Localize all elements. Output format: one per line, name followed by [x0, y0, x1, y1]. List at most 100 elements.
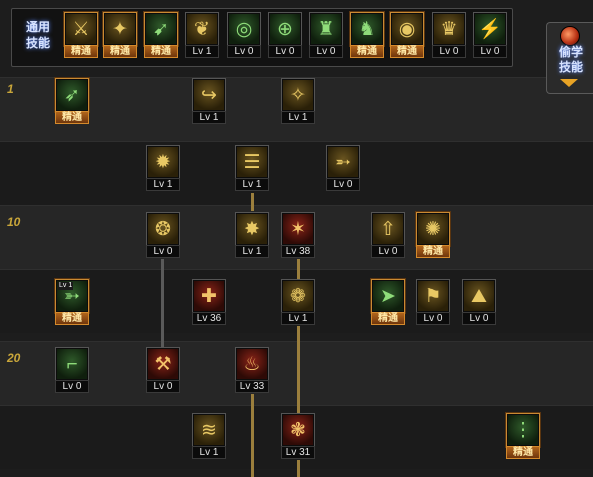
skill-level-label: Lv 0	[462, 312, 496, 325]
skill-icon-1-icon: ⚔	[66, 14, 96, 44]
skill-level-label: 精通	[350, 45, 384, 58]
skill-level-label: 精通	[103, 45, 137, 58]
skill-level-label: Lv 0	[227, 45, 261, 58]
skill-r1-b[interactable]: ↪ Lv 1	[192, 78, 226, 125]
skill-icon-9-icon: ◉	[392, 14, 422, 44]
skill-level-label: Lv 1	[192, 111, 226, 124]
common-skill-7[interactable]: ♜ Lv 0	[309, 12, 343, 59]
steal-skills-label: 偷学 技能	[551, 45, 591, 75]
tree-connector	[251, 193, 254, 211]
skill-r3-e[interactable]: ✺ 精通	[416, 212, 450, 259]
tree-connector	[297, 259, 300, 279]
skill-r4-d-icon: ➤	[373, 281, 403, 311]
skill-level-label: Lv 38	[281, 245, 315, 258]
skill-icon-frame: ◎	[227, 12, 261, 46]
skill-icon-frame: ✺	[416, 212, 450, 246]
skill-level-label: Lv 0	[55, 380, 89, 393]
skill-r4-b[interactable]: ✚ Lv 36	[192, 279, 226, 326]
skill-icon-frame: ➹	[144, 12, 178, 46]
skill-icon-frame: ♞	[350, 12, 384, 46]
skill-icon-frame: ✚	[192, 279, 226, 313]
skill-level-label: Lv 31	[281, 446, 315, 459]
steal-skills-label-line2: 技能	[558, 60, 583, 74]
skill-r3-c[interactable]: ✶ Lv 38	[281, 212, 315, 259]
steal-skills-tab[interactable]: 偷学 技能	[546, 22, 593, 94]
skill-icon-5-icon: ◎	[229, 14, 259, 44]
skill-r4-e[interactable]: ⚑ Lv 0	[416, 279, 450, 326]
skill-level-label: Lv 36	[192, 312, 226, 325]
skill-tree-board: 1 10 20 通用 技能 偷学 技能 ⚔ 精通 ✦ 精通 ➹ 精通 ❦ Lv 1 ◎ Lv 0 ⊕…	[0, 0, 593, 477]
skill-icon-frame: ≋	[192, 413, 226, 447]
skill-icon-3-icon: ➹	[146, 14, 176, 44]
skill-r1-c-icon: ✧	[283, 80, 313, 110]
common-skill-3[interactable]: ➹ 精通	[144, 12, 178, 59]
skill-icon-frame: ⇧	[371, 212, 405, 246]
level-label-10: 10	[7, 215, 21, 229]
common-skill-4[interactable]: ❦ Lv 1	[185, 12, 219, 59]
gem-icon	[560, 26, 580, 46]
skill-r6-a[interactable]: ≋ Lv 1	[192, 413, 226, 460]
skill-r3-a[interactable]: ❂ Lv 0	[146, 212, 180, 259]
skill-icon-4-icon: ❦	[187, 14, 217, 44]
steal-skills-label-line1: 偷学	[558, 45, 583, 59]
skill-icon-frame: ☰	[235, 145, 269, 179]
common-skill-10[interactable]: ♛ Lv 0	[432, 12, 466, 59]
skill-level-label: 精通	[371, 312, 405, 325]
skill-icon-frame: ➳ Lv 1	[55, 279, 89, 313]
skill-icon-6-icon: ⊕	[270, 14, 300, 44]
skill-r2-c-icon: ➵	[328, 147, 358, 177]
skill-level-label: Lv 1	[235, 178, 269, 191]
common-skill-6[interactable]: ⊕ Lv 0	[268, 12, 302, 59]
skill-icon-frame: ➵	[326, 145, 360, 179]
skill-r4-c[interactable]: ❁ Lv 1	[281, 279, 315, 326]
skill-icon-frame: ♜	[309, 12, 343, 46]
skill-r3-d[interactable]: ⇧ Lv 0	[371, 212, 405, 259]
skill-r4-f-icon: ⛰	[464, 281, 494, 311]
skill-icon-frame: ♛	[432, 12, 466, 46]
skill-icon-8-icon: ♞	[352, 14, 382, 44]
skill-level-label: 精通	[55, 312, 89, 325]
common-skill-1[interactable]: ⚔ 精通	[64, 12, 98, 59]
skill-r6-c[interactable]: ⋮ 精通	[506, 413, 540, 460]
skill-r1-a-icon: ➶	[57, 80, 87, 110]
skill-icon-frame: ♨	[235, 347, 269, 381]
skill-level-label: Lv 1	[281, 312, 315, 325]
skill-level-label: Lv 0	[326, 178, 360, 191]
skill-r2-b[interactable]: ☰ Lv 1	[235, 145, 269, 192]
common-skill-2[interactable]: ✦ 精通	[103, 12, 137, 59]
common-skill-9[interactable]: ◉ 精通	[390, 12, 424, 59]
skill-level-label: Lv 1	[235, 245, 269, 258]
skill-r3-b[interactable]: ✸ Lv 1	[235, 212, 269, 259]
common-skills-label: 通用 技能	[18, 19, 58, 51]
common-skill-11[interactable]: ⚡ Lv 0	[473, 12, 507, 59]
skill-r2-a[interactable]: ✹ Lv 1	[146, 145, 180, 192]
skill-icon-frame: ⋮	[506, 413, 540, 447]
skill-r4-a[interactable]: ➳ Lv 1 精通	[55, 279, 89, 326]
skill-r4-b-icon: ✚	[194, 281, 224, 311]
skill-level-label: Lv 1	[146, 178, 180, 191]
skill-level-label: Lv 0	[416, 312, 450, 325]
row-divider	[0, 141, 593, 142]
skill-r4-f[interactable]: ⛰ Lv 0	[462, 279, 496, 326]
skill-r4-c-icon: ❁	[283, 281, 313, 311]
skill-level-label: 精通	[144, 45, 178, 58]
skill-r5-a[interactable]: ⌐ Lv 0	[55, 347, 89, 394]
common-skill-8[interactable]: ♞ 精通	[350, 12, 384, 59]
skill-r5-c[interactable]: ♨ Lv 33	[235, 347, 269, 394]
skill-r2-c[interactable]: ➵ Lv 0	[326, 145, 360, 192]
skill-r6-b[interactable]: ❃ Lv 31	[281, 413, 315, 460]
skill-r5-b[interactable]: ⚒ Lv 0	[146, 347, 180, 394]
skill-r4-d[interactable]: ➤ 精通	[371, 279, 405, 326]
skill-level-label: 精通	[506, 446, 540, 459]
skill-level-label: Lv 0	[432, 45, 466, 58]
skill-r1-c[interactable]: ✧ Lv 1	[281, 78, 315, 125]
skill-icon-frame: ⚡	[473, 12, 507, 46]
skill-icon-frame: ✧	[281, 78, 315, 112]
level-label-20: 20	[7, 351, 21, 365]
skill-r5-a-icon: ⌐	[57, 349, 87, 379]
skill-r1-a[interactable]: ➶ 精通	[55, 78, 89, 125]
skill-icon-frame: ⚔	[64, 12, 98, 46]
skill-icon-frame: ✶	[281, 212, 315, 246]
common-skill-5[interactable]: ◎ Lv 0	[227, 12, 261, 59]
skill-icon-frame: ❦	[185, 12, 219, 46]
